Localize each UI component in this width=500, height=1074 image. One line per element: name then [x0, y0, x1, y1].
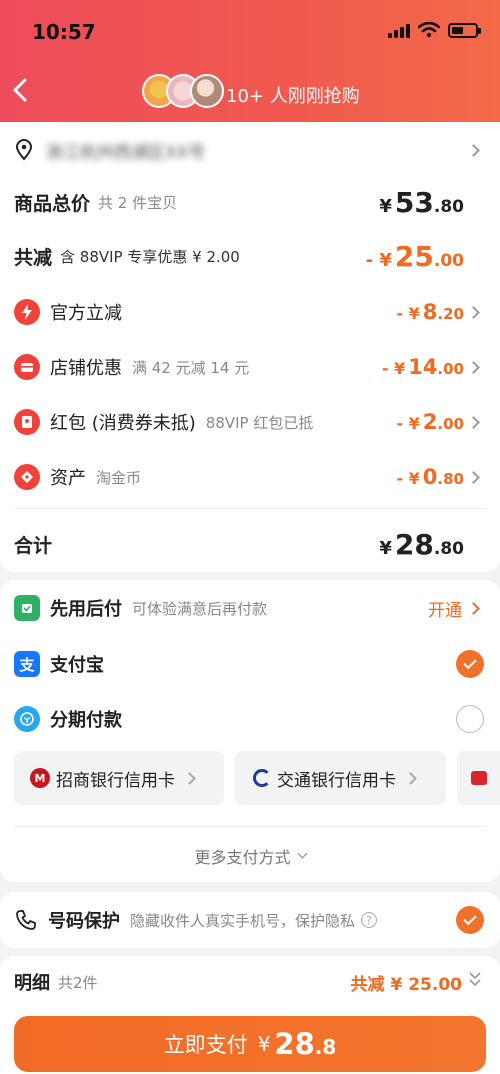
- detail-row[interactable]: 明细 共2件 共减 ¥ 25.00: [0, 964, 500, 1000]
- phone-icon: [16, 910, 36, 930]
- chevron-right-icon: [467, 143, 480, 157]
- detail-reduce: 共减 ¥ 25.00: [350, 974, 462, 995]
- pay-later-sub: 可体验满意后再付款: [132, 599, 268, 618]
- pay-now-button[interactable]: 立即支付 ¥ 28 .8: [14, 1016, 486, 1072]
- pay-now-currency: ¥: [257, 1032, 271, 1056]
- subtotal-label: 合计: [14, 534, 53, 557]
- discount-amount: - ¥14.00: [381, 355, 464, 379]
- bocom-logo-icon: [253, 769, 271, 787]
- back-arrow-icon[interactable]: [8, 76, 32, 104]
- lightning-icon: [14, 299, 40, 325]
- address-text: 浙江杭州西湖区XX号: [46, 142, 206, 163]
- payment-card: 先用后付 可体验满意后再付款 开通 支 支付宝 分期付款: [0, 580, 500, 882]
- order-summary-card: 浙江杭州西湖区XX号 商品总价 共 2 件宝贝 ¥53.80 共减 含 88VI…: [0, 122, 500, 572]
- chevron-right-icon: [467, 415, 480, 429]
- pay-later-icon: [14, 595, 40, 621]
- discount-amount: - ¥0.80: [396, 465, 464, 489]
- bank-logo-icon: [471, 771, 487, 785]
- subtotal-price: ¥28.80: [379, 527, 464, 561]
- privacy-label: 号码保护: [48, 911, 120, 932]
- battery-icon: [448, 22, 481, 38]
- divider: [14, 508, 486, 509]
- discount-label: 官方立减: [50, 303, 122, 324]
- avatar: [190, 74, 224, 108]
- bank-option-partial[interactable]: [457, 751, 500, 805]
- pay-later-row[interactable]: 先用后付 可体验满意后再付款 开通: [0, 590, 500, 626]
- divider: [14, 826, 486, 827]
- installment-icon: [14, 706, 40, 732]
- recent-buyers-text: 10+ 人刚刚抢购: [226, 86, 360, 107]
- privacy-sub: 隐藏收件人真实手机号，保护隐私: [130, 911, 356, 930]
- cmb-logo-icon: M: [30, 768, 50, 788]
- chevron-right-icon: [467, 601, 480, 615]
- discount-row-store[interactable]: 店铺优惠 满 42 元减 14 元 - ¥14.00: [0, 349, 500, 385]
- reduction-row: 共减 含 88VIP 专享优惠 ¥ 2.00 - ¥25.00: [0, 238, 500, 274]
- more-payment-methods[interactable]: 更多支付方式: [0, 844, 500, 868]
- pay-later-action[interactable]: 开通: [428, 596, 462, 621]
- discount-row-assets[interactable]: 资产 淘金币 - ¥0.80: [0, 459, 500, 495]
- total-price: ¥53.80: [379, 185, 464, 219]
- status-icons: [388, 22, 481, 38]
- address-row[interactable]: 浙江杭州西湖区XX号: [0, 134, 500, 166]
- detail-count: 共2件: [58, 973, 98, 992]
- discount-label: 资产: [50, 468, 86, 489]
- store-icon: [14, 354, 40, 380]
- discount-sub: 淘金币: [96, 468, 142, 487]
- reduction-price: - ¥25.00: [365, 239, 464, 273]
- help-icon[interactable]: ?: [361, 912, 378, 928]
- unselected-radio[interactable]: [456, 705, 484, 733]
- bank-label: 招商银行信用卡: [56, 770, 175, 791]
- privacy-card: 号码保护 隐藏收件人真实手机号，保护隐私 ?: [0, 892, 500, 948]
- selected-check-icon[interactable]: [456, 650, 484, 678]
- discount-amount: - ¥8.20: [396, 300, 464, 324]
- alipay-row[interactable]: 支 支付宝: [0, 646, 500, 682]
- pay-now-integer: 28: [274, 1027, 315, 1061]
- chevron-right-icon: [467, 360, 480, 374]
- tag-icon: [14, 464, 40, 490]
- bank-label: 交通银行信用卡: [277, 770, 396, 791]
- red-packet-icon: [14, 409, 40, 435]
- alipay-label: 支付宝: [50, 655, 104, 676]
- bank-option-bocom[interactable]: 交通银行信用卡: [235, 751, 446, 805]
- discount-sub: 88VIP 红包已抵: [205, 413, 314, 432]
- total-label: 商品总价: [14, 192, 91, 215]
- chevron-right-icon: [404, 771, 417, 785]
- chevron-right-icon: [467, 470, 480, 484]
- wifi-icon: [418, 22, 440, 38]
- discount-row-red-packet[interactable]: 红包 (消费券未抵) 88VIP 红包已抵 - ¥2.00: [0, 404, 500, 440]
- subtotal-row: 合计 ¥28.80: [0, 526, 500, 562]
- discount-sub: 满 42 元减 14 元: [132, 358, 250, 377]
- signal-icon: [388, 22, 410, 38]
- reduction-note: 含 88VIP 专享优惠 ¥ 2.00: [60, 247, 240, 266]
- chevron-down-icon: [297, 848, 307, 859]
- bank-option-cmb[interactable]: M 招商银行信用卡: [14, 751, 224, 805]
- alipay-icon: 支: [14, 651, 40, 677]
- more-payment-label: 更多支付方式: [194, 848, 291, 867]
- double-chevron-down-icon: [468, 970, 482, 992]
- chevron-right-icon: [467, 305, 480, 319]
- pay-later-label: 先用后付: [50, 599, 122, 620]
- pay-now-decimal: .8: [314, 1035, 337, 1059]
- location-pin-icon: [15, 139, 33, 161]
- privacy-row[interactable]: 号码保护 隐藏收件人真实手机号，保护隐私 ?: [0, 902, 500, 938]
- discount-row-official[interactable]: 官方立减 - ¥8.20: [0, 294, 500, 330]
- total-count: 共 2 件宝贝: [98, 193, 178, 212]
- discount-amount: - ¥2.00: [396, 410, 464, 434]
- total-price-row: 商品总价 共 2 件宝贝 ¥53.80: [0, 184, 500, 220]
- selected-check-icon[interactable]: [456, 906, 484, 934]
- pay-now-label: 立即支付: [163, 1033, 248, 1057]
- discount-label: 红包 (消费券未抵): [50, 413, 196, 434]
- installment-row[interactable]: 分期付款: [0, 701, 500, 737]
- discount-label: 店铺优惠: [50, 358, 122, 379]
- detail-label: 明细: [14, 973, 50, 994]
- installment-label: 分期付款: [50, 710, 122, 731]
- chevron-right-icon: [183, 771, 196, 785]
- reduction-label: 共减: [14, 246, 53, 269]
- header: 10:57 10+ 人刚刚抢购: [0, 0, 500, 122]
- buyer-avatars: [142, 74, 224, 108]
- status-time: 10:57: [32, 20, 96, 44]
